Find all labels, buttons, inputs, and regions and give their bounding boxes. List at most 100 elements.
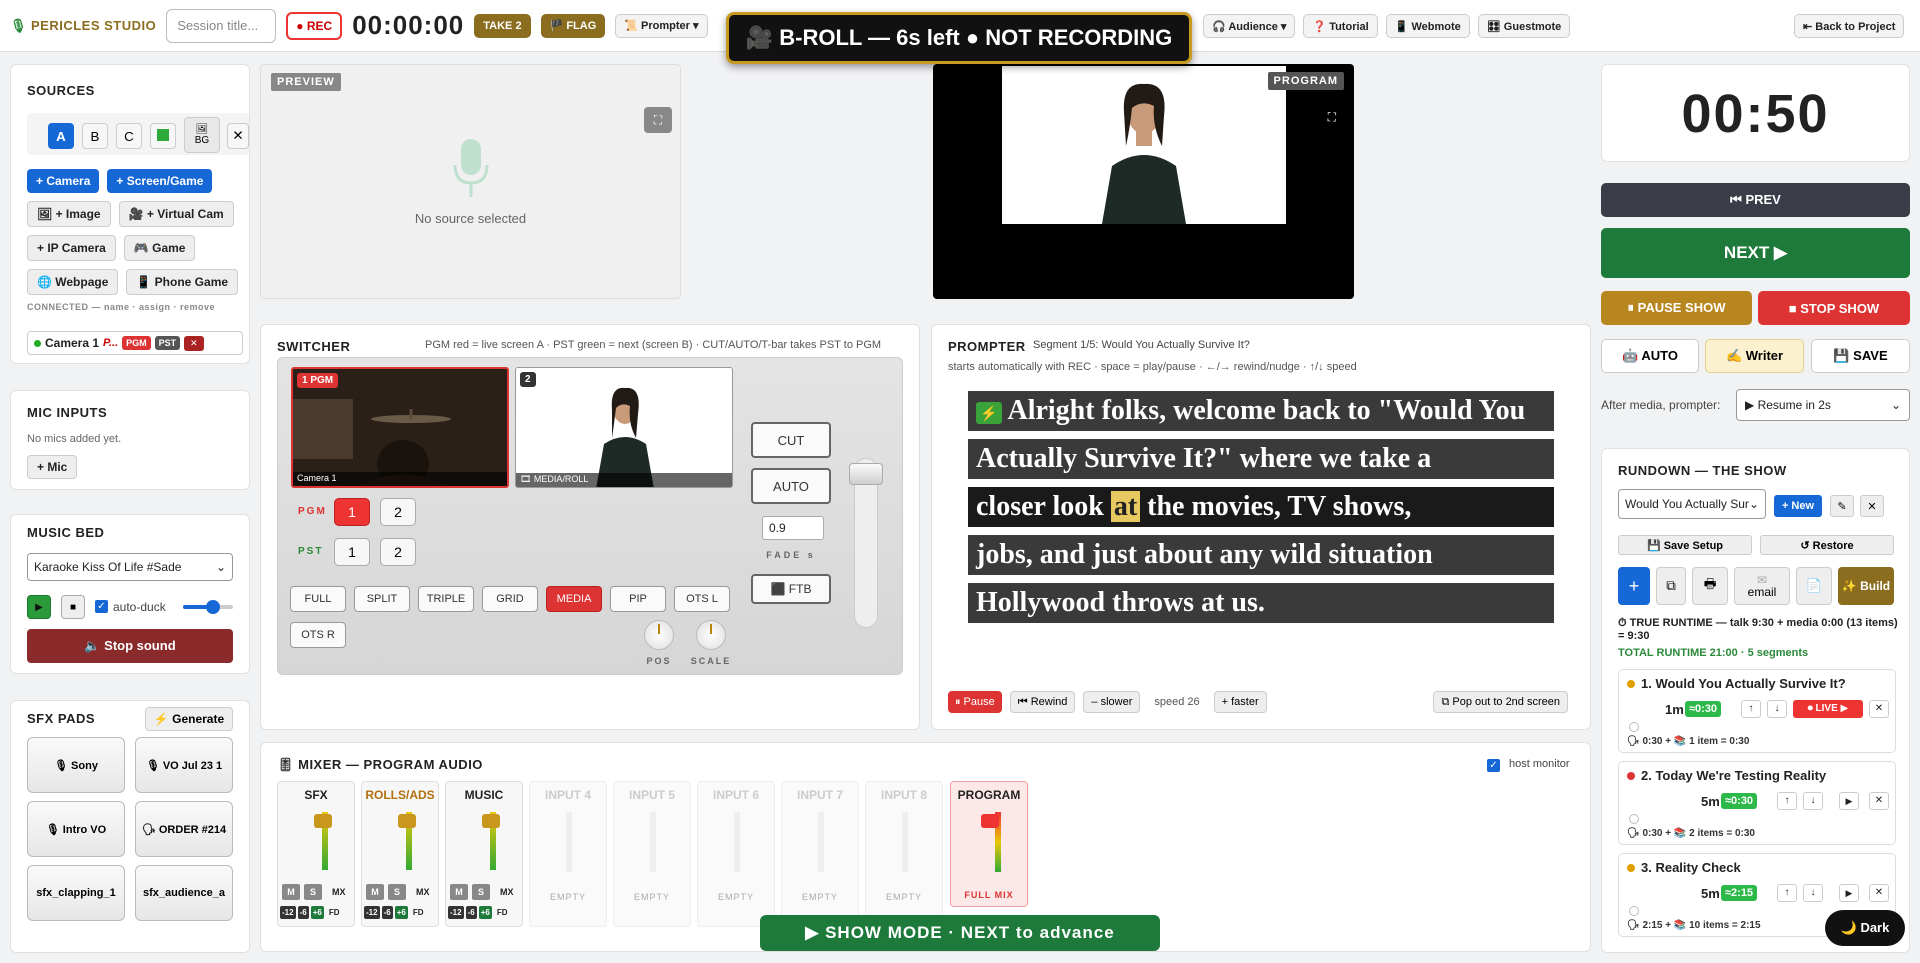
build-button[interactable]: ✨ Build	[1838, 567, 1894, 605]
delete-show-icon[interactable]: ✕	[1860, 495, 1884, 517]
t-bar-handle[interactable]	[849, 463, 883, 485]
gain-plus-6-button[interactable]: +6	[478, 906, 492, 919]
host-monitor-checkbox[interactable]: ✓	[1487, 759, 1500, 772]
add-ip-camera-button[interactable]: + IP Camera	[27, 235, 116, 261]
sfx-pad[interactable]: 🎙 Intro VO	[27, 801, 125, 857]
preview-fullscreen-icon[interactable]: ⛶	[644, 107, 672, 133]
t-bar[interactable]	[849, 458, 883, 628]
after-media-select[interactable]: ▶ Resume in 2s ⌄	[1736, 389, 1910, 421]
pos-knob[interactable]	[644, 620, 674, 650]
document-icon[interactable]: 📄	[1796, 567, 1832, 605]
add-camera-button[interactable]: + Camera	[27, 169, 100, 193]
rec-button[interactable]: ● REC	[286, 11, 343, 40]
layout-ots-r-button[interactable]: OTS R	[290, 622, 346, 648]
sfx-generate-button[interactable]: ⚡ Generate	[145, 707, 233, 731]
move-down-icon[interactable]: ↓	[1767, 700, 1787, 718]
move-down-icon[interactable]: ↓	[1803, 792, 1823, 810]
channel-fader-knob[interactable]	[482, 814, 500, 828]
segment-radio[interactable]	[1629, 906, 1639, 916]
gain-minus-6-button[interactable]: -6	[297, 906, 309, 919]
solo-button[interactable]: S	[388, 884, 406, 900]
mx-label[interactable]: MX	[500, 887, 514, 897]
solo-button[interactable]: S	[472, 884, 490, 900]
segment-radio[interactable]	[1629, 814, 1639, 824]
segment-radio[interactable]	[1629, 722, 1639, 732]
new-show-button[interactable]: + New	[1774, 495, 1822, 517]
gain-minus-12-button[interactable]: -12	[448, 906, 464, 919]
scene-c-button[interactable]: C	[116, 123, 142, 149]
ftb-button[interactable]: ⬛ FTB	[751, 574, 831, 604]
flag-button[interactable]: 🏴 FLAG	[540, 13, 606, 38]
segment-remove-icon[interactable]: ✕	[1869, 792, 1889, 810]
copy-icon[interactable]: ⧉	[1656, 567, 1686, 605]
auto-button[interactable]: AUTO	[751, 468, 831, 504]
gain-minus-12-button[interactable]: -12	[280, 906, 296, 919]
pst-bus-2-button[interactable]: 2	[380, 538, 416, 566]
prompter-rewind-button[interactable]: ⏮ Rewind	[1009, 691, 1076, 713]
segment-card[interactable]: 2. Today We're Testing Reality 5m ≈0:30 ↑ ↓ ▶…	[1618, 761, 1896, 845]
layout-pip-button[interactable]: PIP	[610, 586, 666, 612]
layout-grid-button[interactable]: GRID	[482, 586, 538, 612]
gain-plus-6-button[interactable]: +6	[310, 906, 324, 919]
prompter-popout-button[interactable]: ⧉ Pop out to 2nd screen	[1433, 691, 1568, 713]
program-fullscreen-icon[interactable]: ⛶	[1328, 110, 1336, 125]
writer-button[interactable]: ✍ Writer	[1705, 339, 1804, 373]
sfx-pad[interactable]: 🎙 Sony	[27, 737, 125, 793]
pst-tile[interactable]: 2 🎞 MEDIA/ROLL	[515, 367, 733, 488]
prompter-menu[interactable]: 📜 Prompter ▾	[615, 13, 708, 38]
add-image-button[interactable]: 🖼 + Image	[27, 201, 111, 227]
green-screen-button[interactable]	[150, 123, 176, 149]
preview-monitor[interactable]: PREVIEW ⛶ No source selected	[260, 64, 681, 299]
segment-duration[interactable]: 5m	[1701, 794, 1720, 809]
mute-button[interactable]: M	[366, 884, 384, 900]
device-pst-button[interactable]: PST	[154, 336, 181, 350]
music-volume-slider[interactable]	[183, 600, 233, 614]
gain-minus-12-button[interactable]: -12	[364, 906, 380, 919]
prompter-slower-button[interactable]: – slower	[1083, 691, 1141, 713]
show-mode-button[interactable]: ▶ SHOW MODE · NEXT to advance	[760, 915, 1160, 951]
add-game-button[interactable]: 🎮 Game	[123, 235, 196, 261]
pgm-tile[interactable]: 1 PGM Camera 1	[291, 367, 509, 488]
background-button[interactable]: 🖼 BG	[184, 117, 220, 153]
layout-full-button[interactable]: FULL	[290, 586, 346, 612]
mx-label[interactable]: MX	[416, 887, 430, 897]
show-select[interactable]: Would You Actually Sur ⌄	[1618, 489, 1766, 519]
sfx-pad[interactable]: sfx_audience_a	[135, 865, 233, 921]
layout-ots-l-button[interactable]: OTS L	[674, 586, 730, 612]
segment-play-icon[interactable]: ▶	[1839, 884, 1859, 902]
segment-duration[interactable]: 1m	[1665, 702, 1684, 717]
gain-plus-6-button[interactable]: +6	[394, 906, 408, 919]
fd-button[interactable]: FD	[497, 908, 508, 917]
device-name[interactable]: Camera 1	[45, 336, 99, 350]
device-pgm-button[interactable]: PGM	[122, 336, 151, 350]
volume-knob[interactable]	[206, 600, 220, 614]
prompter-script[interactable]: ⚡ Alright folks, welcome back to "Would …	[968, 391, 1554, 669]
email-button[interactable]: ✉ email	[1734, 567, 1790, 605]
prev-button[interactable]: ⏮ PREV	[1601, 183, 1910, 217]
webmote-button[interactable]: 📱 Webmote	[1385, 14, 1470, 38]
add-virtual-cam-button[interactable]: 🎥 + Virtual Cam	[118, 201, 234, 227]
stop-sound-button[interactable]: 🔈 Stop sound	[27, 629, 233, 663]
auto-mode-button[interactable]: 🤖 AUTO	[1601, 339, 1699, 373]
audience-menu[interactable]: 🎧 Audience ▾	[1203, 14, 1296, 38]
move-up-icon[interactable]: ↑	[1777, 884, 1797, 902]
program-fader-knob[interactable]	[981, 814, 999, 828]
scale-knob[interactable]	[696, 620, 726, 650]
music-stop-button[interactable]: ■	[61, 595, 85, 619]
device-remove-button[interactable]: ✕	[184, 335, 204, 351]
add-phone-game-button[interactable]: 📱 Phone Game	[126, 269, 239, 295]
music-track-select[interactable]: Karaoke Kiss Of Life #Sade ⌄	[27, 553, 233, 581]
sfx-pad[interactable]: 🎙 VO Jul 23 1	[135, 737, 233, 793]
segment-card[interactable]: 1. Would You Actually Survive It? 1m ≈0:30…	[1618, 669, 1896, 753]
gain-minus-6-button[interactable]: -6	[465, 906, 477, 919]
prompter-faster-button[interactable]: + faster	[1213, 691, 1267, 713]
cut-button[interactable]: CUT	[751, 422, 831, 458]
pgm-bus-1-button[interactable]: 1	[334, 498, 370, 526]
channel-fader-knob[interactable]	[398, 814, 416, 828]
mute-button[interactable]: M	[450, 884, 468, 900]
scene-a-button[interactable]: A	[48, 123, 74, 149]
tutorial-button[interactable]: ❓ Tutorial	[1303, 14, 1378, 38]
layout-split-button[interactable]: SPLIT	[354, 586, 410, 612]
scene-b-button[interactable]: B	[82, 123, 108, 149]
save-setup-button[interactable]: 💾 Save Setup	[1618, 535, 1752, 555]
